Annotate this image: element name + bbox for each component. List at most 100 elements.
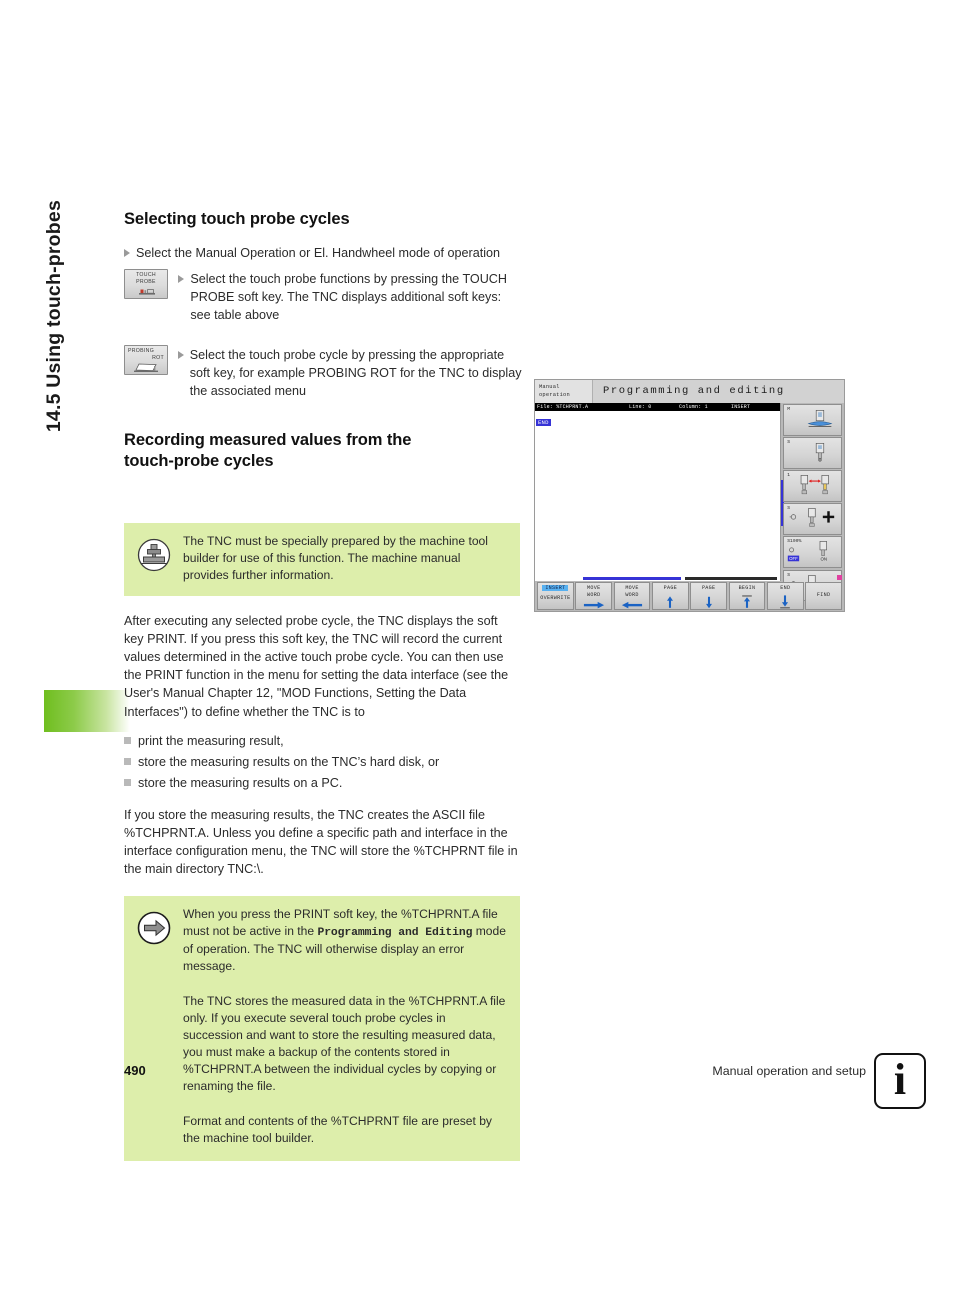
- chapter-edge-tab: [44, 690, 130, 732]
- lead-bullet-text: Select the Manual Operation or El. Handw…: [136, 246, 501, 261]
- tnc-status-column: Column: 1: [679, 404, 708, 410]
- tnc-editor-line-end: END: [536, 419, 551, 426]
- tnc-vertical-softkey-5[interactable]: S100% OFF ON: [783, 536, 842, 569]
- page-number: 490: [124, 1063, 146, 1078]
- tnc-softkey-insert-label: INSERT: [542, 585, 569, 591]
- tnc-mode-line-2: operation: [539, 392, 570, 399]
- tnc-vertical-softkey-3[interactable]: 1: [783, 470, 842, 502]
- tnc-softkey-end[interactable]: END: [766, 582, 804, 610]
- tnc-status-mode: INSERT: [731, 404, 751, 410]
- tnc-softkey-begin[interactable]: BEGIN: [728, 582, 766, 610]
- arrow-down-icon: [705, 597, 712, 609]
- tnc-mode-indicator: Manual operation: [535, 380, 593, 403]
- step-text-probing-rot: Select the touch probe cycle by pressing…: [189, 347, 522, 398]
- footer-section-title: Manual operation and setup: [712, 1064, 866, 1078]
- arrow-up-bar-icon: [742, 595, 752, 609]
- square-bullet-icon: [124, 736, 131, 744]
- tnc-screenshot: Manual operation Programming and editing…: [534, 379, 845, 612]
- tnc-softkey-find[interactable]: FIND: [805, 582, 842, 610]
- tnc-horizontal-scrollbar[interactable]: [535, 577, 781, 581]
- tnc-softkey-mwl-label-1: MOVE: [625, 585, 639, 591]
- tnc-vsk-6-label: S: [787, 572, 791, 578]
- arrow-right-icon: [583, 601, 604, 609]
- tnc-vsk-1-label: M: [787, 407, 791, 412]
- arrow-up-icon: [667, 596, 674, 609]
- softkey-touch-probe-label-2: PROBE: [136, 279, 156, 286]
- tnc-editor-status-bar: File: %TCHPRNT.A Line: 0 Column: 1 INSER…: [535, 403, 781, 411]
- section-heading-recording-measured-values: Recording measured values from the touch…: [124, 430, 412, 471]
- info-badge: i: [874, 1053, 926, 1109]
- tnc-scrollbar-thumb-blue[interactable]: [583, 577, 681, 580]
- section-heading-selecting-touch-probe-cycles: Selecting touch probe cycles: [124, 210, 350, 228]
- body-paragraph-print-function: After executing any selected probe cycle…: [124, 613, 509, 719]
- tnc-softkey-mwr-label-2: WORD: [587, 592, 601, 599]
- tnc-vertical-softkey-1[interactable]: M: [783, 404, 842, 436]
- machine-tool-builder-icon: [137, 539, 171, 572]
- tnc-softkey-mwr-label-1: MOVE: [587, 585, 601, 591]
- triangle-bullet-icon: [124, 249, 130, 258]
- tnc-vsk-5-off-label: OFF: [789, 557, 798, 562]
- touch-probe-icon: [139, 289, 155, 295]
- list-item: print the measuring result,: [124, 732, 524, 750]
- triangle-bullet-icon: [178, 275, 185, 284]
- tnc-softkey-insert-overwrite[interactable]: INSERT OVERWRITE: [537, 582, 574, 610]
- info-badge-char: i: [893, 1054, 907, 1104]
- tnc-softkey-move-word-left[interactable]: MOVE WORD: [613, 582, 651, 610]
- tnc-vertical-softkey-2[interactable]: S: [783, 437, 842, 469]
- chapter-title-text: 14.5 Using touch-probes: [43, 200, 66, 433]
- arrow-down-bar-icon: [780, 595, 791, 609]
- probing-rot-icon: [134, 363, 158, 372]
- note-machine-manual: The TNC must be specially prepared by th…: [124, 523, 520, 596]
- bullet-text: print the measuring result,: [138, 733, 284, 748]
- softkey-touch-probe[interactable]: TOUCH PROBE: [124, 269, 168, 300]
- lead-bullet-row: Select the Manual Operation or El. Handw…: [124, 244, 524, 262]
- square-bullet-icon: [124, 778, 131, 786]
- tnc-softkey-page-down-label: PAGE: [701, 585, 716, 591]
- tnc-vsk-4-label: S: [787, 506, 791, 512]
- tnc-mode-line-1: Manual: [539, 384, 560, 390]
- tnc-vsk-2-label: S: [787, 440, 791, 446]
- tnc-title-bar: Manual operation Programming and editing: [535, 380, 844, 403]
- probe-measure-icon: [807, 410, 833, 427]
- triangle-bullet-icon: [177, 350, 184, 359]
- tnc-status-file: File: %TCHPRNT.A: [537, 404, 589, 410]
- tnc-softkey-overwrite-label: OVERWRITE: [540, 595, 571, 602]
- tnc-softkey-mwl-label-2: WORD: [625, 592, 639, 599]
- note-print-p1-mono: Programming and Editing: [317, 926, 473, 939]
- tnc-softkey-page-down[interactable]: PAGE: [690, 582, 728, 610]
- tnc-scrollbar-track-dark[interactable]: [685, 577, 777, 580]
- arrow-left-icon: [621, 601, 643, 609]
- step-row-touch-probe: TOUCH PROBE Select the touch probe funct…: [124, 269, 524, 324]
- tnc-softkey-page-up-label: PAGE: [663, 585, 678, 591]
- bullet-text: store the measuring results on the TNC’s…: [138, 754, 440, 769]
- tnc-vsk-3-label: 1: [787, 473, 791, 479]
- probe-plus-icon: [789, 508, 835, 527]
- tnc-editor-pane[interactable]: File: %TCHPRNT.A Line: 0 Column: 1 INSER…: [535, 403, 782, 581]
- tnc-softkey-page-up[interactable]: PAGE: [651, 582, 689, 610]
- note-print-paragraph-1: When you press the PRINT soft key, the %…: [183, 906, 506, 976]
- list-item: store the measuring results on the TNC’s…: [124, 753, 524, 771]
- tnc-status-line: Line: 0: [629, 404, 652, 410]
- tnc-horizontal-softkey-row: INSERT OVERWRITE MOVE WORD MOVE WORD PAG…: [535, 581, 844, 611]
- probe-distance-icon: [800, 475, 830, 495]
- step-row-probing-rot: PROBING ROT Select the touch probe cycle…: [124, 344, 524, 400]
- probe-single-icon: [816, 443, 825, 462]
- tnc-screen-title: Programming and editing: [593, 380, 844, 403]
- square-bullet-icon: [124, 757, 131, 765]
- tnc-main-area: File: %TCHPRNT.A Line: 0 Column: 1 INSER…: [535, 403, 844, 602]
- tnc-vsk-5-on-label: ON: [821, 557, 828, 562]
- chapter-title: 14.5 Using touch-probes: [0, 200, 110, 620]
- body-paragraph-ascii-file: If you store the measuring results, the …: [124, 808, 518, 877]
- content-column: Selecting touch probe cycles Select the …: [124, 0, 524, 1161]
- bullet-list-output-options: print the measuring result, store the me…: [124, 732, 524, 792]
- page-footer: 490 Manual operation and setup i: [0, 1053, 954, 1125]
- tnc-softkey-end-label: END: [780, 585, 791, 591]
- softkey-probing-rot[interactable]: PROBING ROT: [124, 344, 168, 375]
- tnc-vertical-softkey-column: M S 1 S S100% OFF ON S: [781, 403, 844, 602]
- list-item: store the measuring results on a PC.: [124, 774, 524, 792]
- tnc-vertical-softkey-4[interactable]: S: [783, 503, 842, 535]
- tnc-softkey-move-word-right[interactable]: MOVE WORD: [575, 582, 613, 610]
- tnc-softkey-find-label: FIND: [816, 592, 831, 599]
- step-text-touch-probe: Select the touch probe functions by pres…: [190, 272, 507, 323]
- tnc-softkey-begin-label: BEGIN: [738, 585, 756, 591]
